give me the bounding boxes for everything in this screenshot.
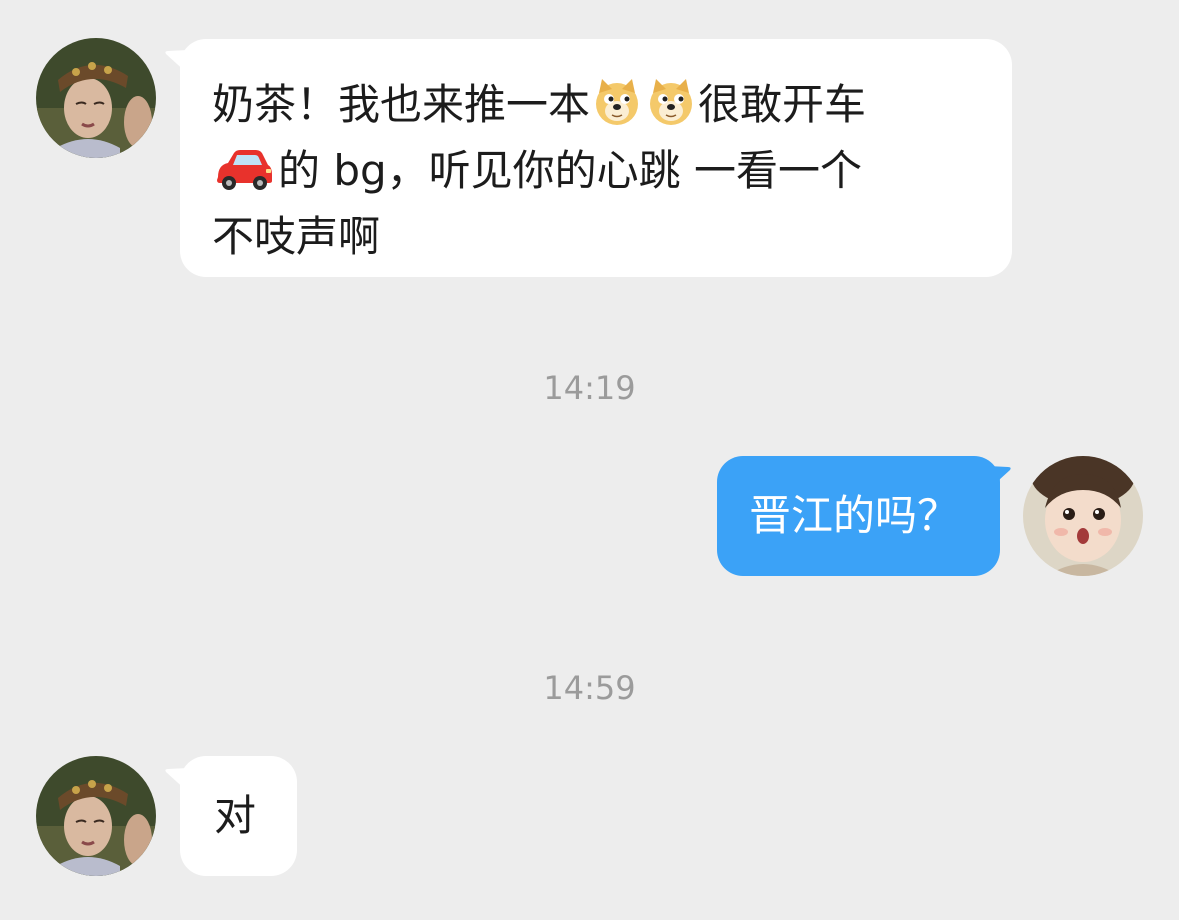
timestamp: 14:59 — [543, 669, 636, 707]
message-bubble-incoming[interactable]: 对 — [180, 756, 297, 876]
doge-icon — [596, 79, 639, 125]
avatar-other-image — [36, 38, 156, 158]
avatar-me[interactable] — [1023, 456, 1143, 576]
message-text-segment: 不吱声啊 — [212, 212, 381, 261]
message-text-segment: 的 bg，听见你的心跳 一看一个 — [278, 146, 863, 195]
message-text: 对 — [214, 791, 257, 840]
avatar-other-image — [36, 756, 156, 876]
timestamp: 14:19 — [543, 369, 636, 407]
message-text-segment: 很敢开车 — [698, 80, 867, 129]
avatar-other[interactable] — [36, 756, 156, 876]
doge-icon — [650, 79, 693, 125]
message-bubble-incoming[interactable]: 奶茶！我也来推一本 很敢开车 的 bg，听见你的心跳 一看一个不吱声啊 — [180, 39, 1012, 277]
message-text-segment: 奶茶！我也来推一本 — [212, 80, 591, 129]
message-bubble-outgoing[interactable]: 晋江的吗？ — [717, 456, 1000, 576]
car-icon — [217, 150, 272, 190]
bubble-tail — [988, 466, 1011, 490]
avatar-me-image — [1023, 456, 1143, 576]
message-text: 晋江的吗？ — [749, 491, 960, 540]
avatar-other[interactable] — [36, 38, 156, 158]
message-text: 奶茶！我也来推一本 很敢开车 的 bg，听见你的心跳 一看一个不吱声啊 — [212, 72, 980, 270]
